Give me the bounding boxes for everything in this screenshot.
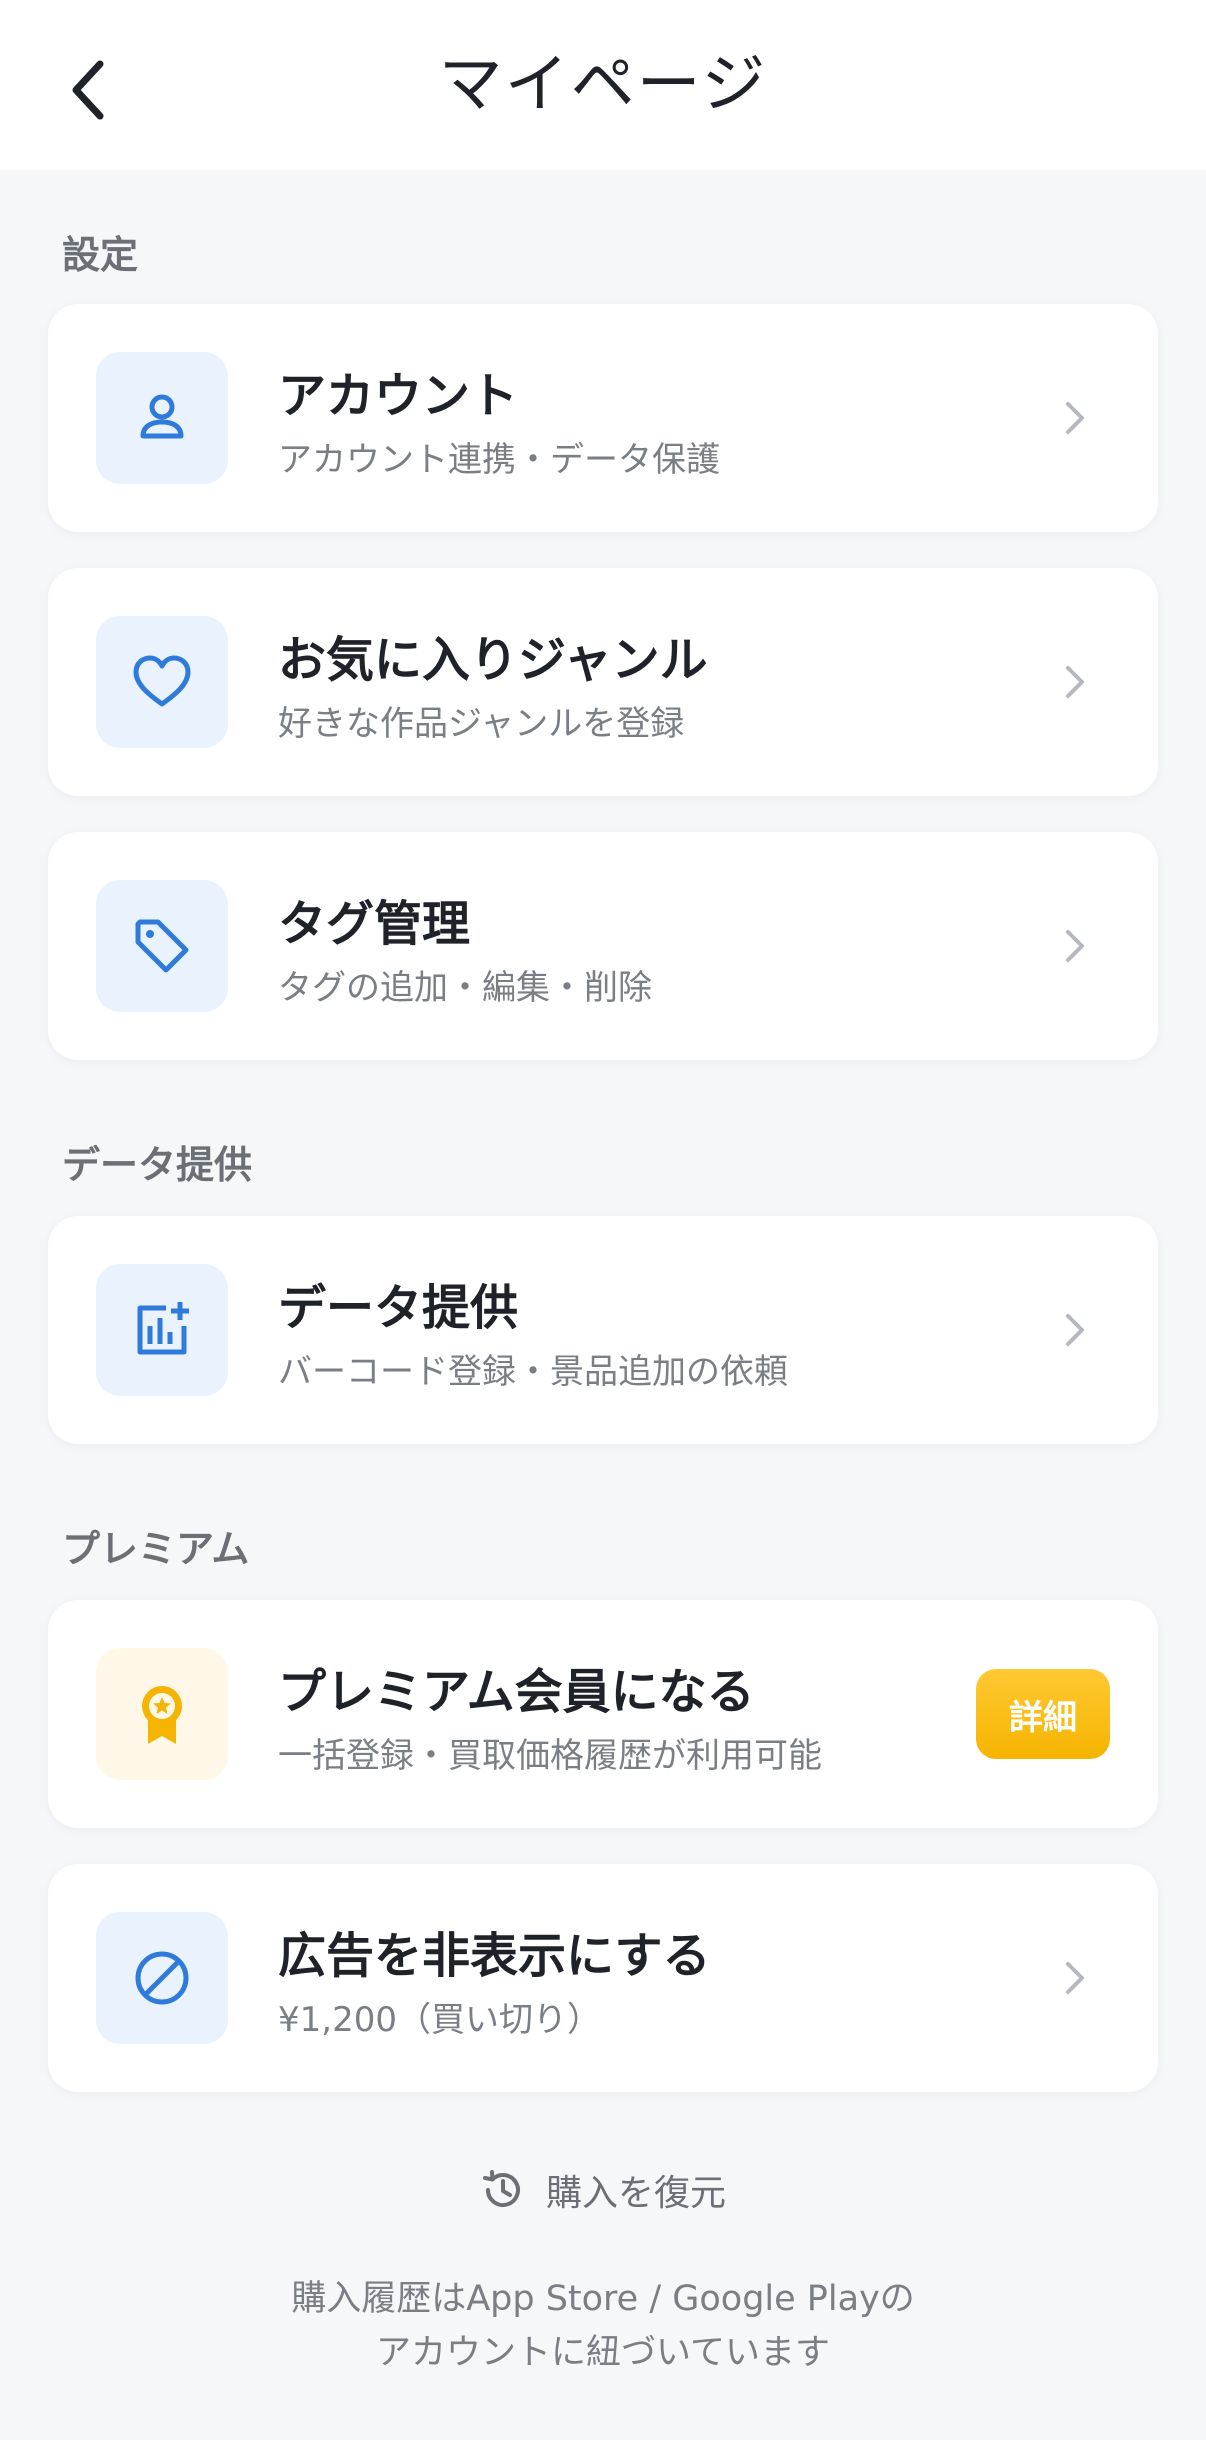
person-icon bbox=[140, 394, 184, 439]
menu-item-account[interactable]: アカウント アカウント連携・データ保護 bbox=[48, 304, 1158, 532]
menu-item-subtitle: ¥1,200（買い切り） bbox=[278, 2000, 601, 2040]
block-icon bbox=[135, 1951, 189, 2005]
menu-item-title: 広告を非表示にする bbox=[278, 1928, 711, 1984]
menu-item-title: タグ管理 bbox=[278, 896, 471, 952]
chevron-right-icon bbox=[1066, 402, 1084, 434]
app-header: マイページ bbox=[0, 0, 1206, 170]
add-chart-icon bbox=[137, 1302, 189, 1355]
history-icon bbox=[482, 2170, 520, 2207]
menu-item-tag-management[interactable]: タグ管理 タグの追加・編集・削除 bbox=[48, 832, 1158, 1060]
premium-detail-button[interactable]: 詳細 bbox=[976, 1669, 1110, 1759]
icon-box bbox=[96, 880, 228, 1012]
menu-item-subtitle: タグの追加・編集・削除 bbox=[278, 968, 652, 1008]
award-badge-icon bbox=[142, 1686, 182, 1744]
section-label-premium: プレミアム bbox=[62, 1527, 250, 1571]
menu-item-subtitle: 好きな作品ジャンルを登録 bbox=[278, 704, 685, 744]
menu-item-premium[interactable]: プレミアム会員になる 一括登録・買取価格履歴が利用可能 詳細 bbox=[48, 1600, 1158, 1828]
note-line-1: 購入履歴はApp Store / Google Playの bbox=[291, 2279, 915, 2319]
heart-icon bbox=[133, 655, 191, 707]
note-line-2: アカウントに紐づいています bbox=[376, 2333, 830, 2373]
menu-item-subtitle: 一括登録・買取価格履歴が利用可能 bbox=[278, 1736, 822, 1776]
tag-icon bbox=[135, 919, 189, 973]
menu-item-subtitle: アカウント連携・データ保護 bbox=[278, 440, 720, 480]
section-label-data: データ提供 bbox=[62, 1143, 253, 1187]
menu-item-data-provision[interactable]: データ提供 バーコード登録・景品追加の依頼 bbox=[48, 1216, 1158, 1444]
menu-item-subtitle: バーコード登録・景品追加の依頼 bbox=[278, 1352, 788, 1392]
menu-item-title: お気に入りジャンル bbox=[278, 632, 708, 688]
restore-purchases-label: 購入を復元 bbox=[545, 2173, 726, 2214]
restore-purchases-button[interactable]: 購入を復元 bbox=[0, 2160, 1206, 2220]
chevron-right-icon bbox=[1066, 1962, 1084, 1994]
icon-box bbox=[96, 1648, 228, 1780]
page-title: マイページ bbox=[438, 48, 768, 122]
icon-box bbox=[96, 616, 228, 748]
menu-item-favorite-genre[interactable]: お気に入りジャンル 好きな作品ジャンルを登録 bbox=[48, 568, 1158, 796]
menu-item-title: データ提供 bbox=[278, 1280, 519, 1336]
chevron-right-icon bbox=[1066, 666, 1084, 698]
icon-box bbox=[96, 1264, 228, 1396]
menu-item-title: プレミアム会員になる bbox=[278, 1664, 755, 1720]
chevron-right-icon bbox=[1066, 1314, 1084, 1346]
icon-box bbox=[96, 352, 228, 484]
menu-item-hide-ads[interactable]: 広告を非表示にする ¥1,200（買い切り） bbox=[48, 1864, 1158, 2092]
menu-item-title: アカウント bbox=[278, 368, 519, 424]
icon-box bbox=[96, 1912, 228, 2044]
chevron-right-icon bbox=[1066, 930, 1084, 962]
section-label-settings: 設定 bbox=[62, 233, 139, 277]
purchase-history-note: 購入履歴はApp Store / Google Playの アカウントに紐づいて… bbox=[0, 2272, 1206, 2380]
